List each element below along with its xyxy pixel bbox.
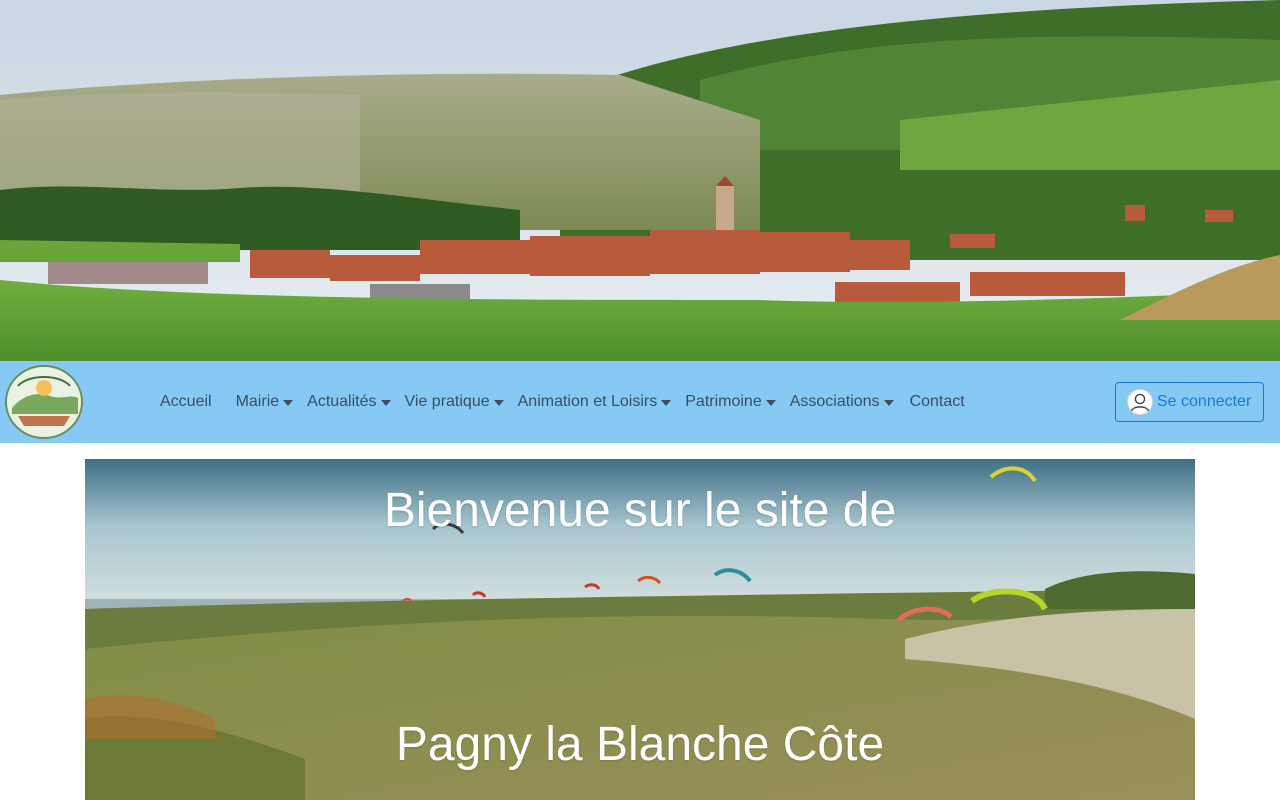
main-navbar: Accueil Mairie Actualités Vie pratique A… [0,361,1280,443]
site-logo[interactable] [4,364,84,440]
nav-label: Associations [789,393,880,410]
chevron-down-icon [380,399,391,406]
chevron-down-icon [283,399,294,406]
nav-label: Accueil [160,393,212,410]
hero-carousel: Bienvenue sur le site de Pagny la Blanch… [85,459,1195,800]
nav-accueil[interactable]: Accueil [148,382,224,422]
hero-title-line-1: Bienvenue sur le site de [383,484,897,537]
nav-associations[interactable]: Associations [778,382,896,422]
primary-nav: Accueil Mairie Actualités Vie pratique A… [148,361,977,443]
chevron-down-icon [493,399,504,406]
login-label: Se connecter [1157,393,1252,410]
nav-patrimoine[interactable]: Patrimoine [673,382,777,422]
header-banner-image [0,0,1280,361]
chevron-down-icon [883,399,894,406]
nav-label: Animation et Loisirs [517,393,658,410]
login-button[interactable]: Se connecter [1115,382,1264,422]
nav-label: Actualités [307,393,377,410]
nav-animation-loisirs[interactable]: Animation et Loisirs [506,382,674,422]
nav-vie-pratique[interactable]: Vie pratique [393,382,506,422]
chevron-down-icon [765,399,776,406]
nav-label: Mairie [235,393,280,410]
nav-label: Vie pratique [404,393,490,410]
hero-title-line-2: Pagny la Blanche Côte [395,718,885,771]
user-icon [1127,389,1153,415]
chevron-down-icon [661,399,672,406]
nav-label: Contact [909,393,965,410]
nav-contact[interactable]: Contact [896,382,977,422]
village-landscape-picture [0,0,1280,361]
nav-label: Patrimoine [685,393,762,410]
nav-mairie[interactable]: Mairie [224,382,296,422]
municipality-logo-icon [5,365,83,439]
nav-actualites[interactable]: Actualités [295,382,392,422]
